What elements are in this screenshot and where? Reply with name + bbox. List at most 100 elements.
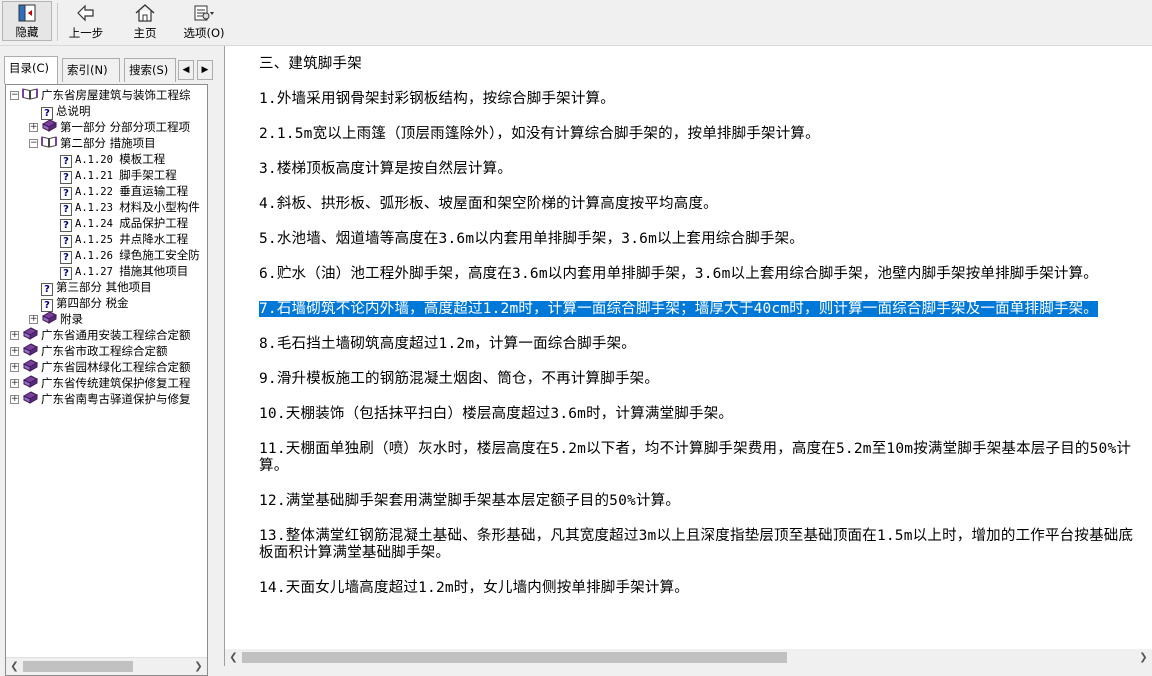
tree-item-label: 第一部分 分部分项工程项 (60, 120, 191, 134)
tree-item[interactable]: ? A.1.23 材料及小型构件 (48, 199, 200, 216)
tab-search[interactable]: 搜索(S) (124, 58, 176, 82)
paragraph-text: 三、建筑脚手架 (259, 56, 362, 72)
tree-item-number: A.1.25 (75, 234, 120, 246)
tree-item-number: A.1.22 (75, 186, 120, 198)
tree-item-label: 广东省园林绿化工程综合定额 (41, 360, 191, 374)
toolbar: 隐藏 上一步 主页 选项(O) (0, 0, 1152, 46)
tree-item-label: 井点降水工程 (119, 232, 189, 246)
tree-item[interactable]: ? A.1.27 措施其他项目 (48, 263, 189, 280)
tab-index-label: 索引(N) (67, 63, 108, 77)
options-label: 选项(O) (183, 26, 225, 40)
paragraph-text: 12.满堂基础脚手架套用满堂脚手架基本层定额子目的50%计算。 (259, 493, 681, 509)
tree-item[interactable]: ? 总说明 (29, 103, 91, 120)
expand-icon[interactable]: + (29, 123, 38, 132)
expand-icon[interactable]: + (10, 395, 19, 404)
help-page-icon: ? (60, 184, 72, 200)
help-page-icon: ? (41, 280, 53, 296)
tree-item[interactable]: ? 第三部分 其他项目 (29, 279, 152, 296)
tree-item[interactable]: + 广东省园林绿化工程综合定额 (10, 359, 191, 375)
collapse-icon[interactable]: − (10, 91, 19, 100)
paragraph-text: 7.石墙砌筑不论内外墙，高度超过1.2m时，计算一面综合脚手架；墙厚大于40cm… (259, 301, 1098, 317)
rule-paragraph: 9.滑升模板施工的钢筋混凝土烟囱、筒仓，不再计算脚手架。 (259, 371, 1139, 388)
tree-item[interactable]: + 广东省传统建筑保护修复工程 (10, 375, 191, 391)
tree-item-label: 成品保护工程 (119, 216, 189, 230)
scroll-right-arrow-icon[interactable]: ❯ (190, 658, 207, 675)
expand-icon[interactable]: + (10, 347, 19, 356)
expand-icon[interactable]: + (10, 331, 19, 340)
home-button[interactable]: 主页 (128, 2, 162, 42)
rule-paragraph: 2.1.5m宽以上雨篷（顶层雨篷除外），如没有计算综合脚手架的，按单排脚手架计算… (259, 126, 1139, 143)
options-button[interactable]: 选项(O) (180, 2, 228, 42)
tree-item[interactable]: − 广东省房屋建筑与装饰工程综 (10, 87, 191, 103)
topic-content: 三、建筑脚手架 1.外墙采用钢骨架封彩钢板结构，按综合脚手架计算。 2.1.5m宽以… (224, 46, 1152, 666)
tree-item[interactable]: ? A.1.26 绿色施工安全防 (48, 247, 200, 264)
tree-item-label: 材料及小型构件 (119, 200, 200, 214)
paragraph-text: 10.天棚装饰（包括抹平扫白）楼层高度超过3.6m时，计算满堂脚手架。 (259, 406, 734, 422)
tree-item[interactable]: + 广东省南粤古驿道保护与修复 (10, 391, 191, 407)
help-page-icon: ? (60, 264, 72, 280)
paragraph-text: 4.斜板、拱形板、弧形板、坡屋面和架空阶梯的计算高度按平均高度。 (259, 196, 718, 212)
rule-paragraph: 12.满堂基础脚手架套用满堂脚手架基本层定额子目的50%计算。 (259, 493, 1139, 510)
help-page-icon: ? (60, 200, 72, 216)
help-page-icon: ? (60, 152, 72, 168)
tree-item[interactable]: + 附录 (29, 311, 83, 327)
back-button[interactable]: 上一步 (64, 2, 108, 42)
help-page-icon: ? (60, 168, 72, 184)
nav-tabs: 目录(C) 索引(N) 搜索(S) ◀ ▶ (4, 56, 218, 84)
tab-scroll-right-icon[interactable]: ▶ (197, 60, 213, 80)
scrollbar-thumb[interactable] (23, 661, 133, 672)
tree-item[interactable]: + 广东省通用安装工程综合定额 (10, 327, 191, 343)
tree-item-number: A.1.23 (75, 202, 120, 214)
selected-paragraph: 7.石墙砌筑不论内外墙，高度超过1.2m时，计算一面综合脚手架；墙厚大于40cm… (259, 301, 1139, 318)
rule-paragraph: 8.毛石挡土墙砌筑高度超过1.2m，计算一面综合脚手架。 (259, 336, 1139, 353)
book-icon (41, 119, 58, 136)
paragraph-text: 6.贮水（油）池工程外脚手架，高度在3.6m以内套用单排脚手架，3.6m以上套用… (259, 266, 1098, 282)
tab-contents[interactable]: 目录(C) (4, 56, 58, 84)
tree-item-number: A.1.27 (75, 266, 120, 278)
tree-horizontal-scrollbar[interactable]: ❮ ❯ (6, 657, 207, 675)
book-icon (22, 359, 39, 376)
tree-item-label: 措施其他项目 (119, 264, 189, 278)
collapse-icon[interactable]: − (29, 139, 38, 148)
tree-item-number: A.1.24 (75, 218, 120, 230)
tab-scroll-left-icon[interactable]: ◀ (178, 60, 194, 80)
hide-button[interactable]: 隐藏 (2, 1, 52, 41)
book-icon (41, 311, 58, 328)
open-book-icon (41, 135, 57, 152)
tree-item[interactable]: ? 第四部分 税金 (29, 295, 129, 312)
book-icon (22, 327, 39, 344)
tree-item[interactable]: ? A.1.25 井点降水工程 (48, 231, 189, 248)
help-page-icon: ? (60, 216, 72, 232)
tree-item[interactable]: ? A.1.22 垂直运输工程 (48, 183, 188, 200)
rule-paragraph: 4.斜板、拱形板、弧形板、坡屋面和架空阶梯的计算高度按平均高度。 (259, 196, 1139, 213)
tree-item[interactable]: ? A.1.24 成品保护工程 (48, 215, 189, 232)
tree-item[interactable]: − 第二部分 措施项目 (29, 135, 156, 151)
tree-item[interactable]: ? A.1.20 模板工程 (48, 151, 165, 168)
tree-item[interactable]: + 广东省市政工程综合定额 (10, 343, 168, 359)
help-page-icon: ? (41, 296, 53, 312)
content-horizontal-scrollbar[interactable]: ❮ ❯ (225, 649, 1152, 666)
tab-index[interactable]: 索引(N) (62, 58, 120, 82)
tree-item-label: 广东省通用安装工程综合定额 (41, 328, 191, 342)
expand-icon[interactable]: + (10, 379, 19, 388)
rule-paragraph: 11.天棚面单独刷（喷）灰水时，楼层高度在5.2m以下者，均不计算脚手架费用，高… (259, 441, 1139, 475)
home-icon (132, 2, 158, 24)
open-book-icon (22, 87, 38, 104)
expand-icon[interactable]: + (10, 363, 19, 372)
tree-item-label: 第四部分 税金 (56, 296, 129, 310)
navigation-pane: 目录(C) 索引(N) 搜索(S) ◀ ▶ + 广东省南粤古驿道保护与修复 + 广东省… (0, 46, 219, 676)
scroll-left-arrow-icon[interactable]: ❮ (225, 649, 242, 666)
paragraph-text: 14.天面女儿墙高度超过1.2m时，女儿墙内侧按单排脚手架计算。 (259, 580, 690, 596)
topic-body: 三、建筑脚手架 1.外墙采用钢骨架封彩钢板结构，按综合脚手架计算。 2.1.5m宽以… (259, 56, 1139, 597)
tab-search-label: 搜索(S) (129, 63, 169, 77)
scroll-right-arrow-icon[interactable]: ❯ (1135, 649, 1152, 666)
tree-item[interactable]: ? A.1.21 脚手架工程 (48, 167, 177, 184)
rule-paragraph: 5.水池墙、烟道墙等高度在3.6m以内套用单排脚手架，3.6m以上套用综合脚手架… (259, 231, 1139, 248)
tree-item-label: 绿色施工安全防 (119, 248, 200, 262)
scrollbar-thumb[interactable] (242, 652, 787, 663)
contents-tree: + 广东省南粤古驿道保护与修复 + 广东省传统建筑保护修复工程 + 广东省园林绿化工程综合… (5, 84, 208, 676)
expand-icon[interactable]: + (29, 315, 38, 324)
scroll-left-arrow-icon[interactable]: ❮ (6, 658, 23, 675)
tree-item[interactable]: + 第一部分 分部分项工程项 (29, 119, 190, 135)
rule-paragraph: 13.整体满堂红钢筋混凝土基础、条形基础，凡其宽度超过3m以上且深度指垫层顶至基… (259, 528, 1139, 562)
